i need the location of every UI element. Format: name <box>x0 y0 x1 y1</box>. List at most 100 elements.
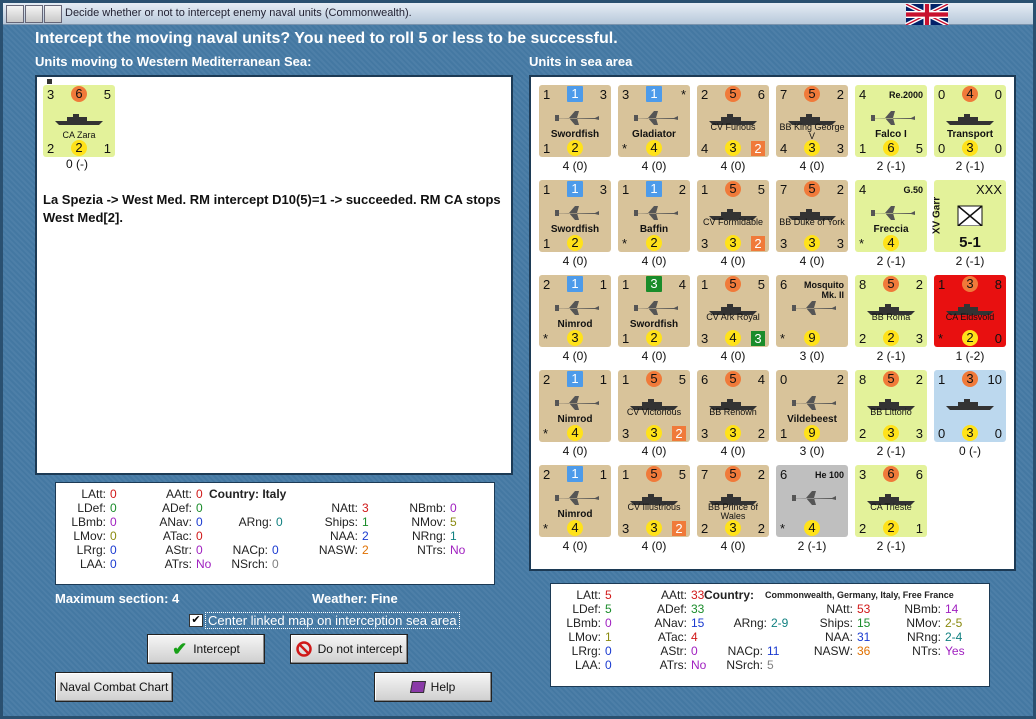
unit-order-label: 3 (0) <box>799 444 825 458</box>
stat-value: 31 <box>857 630 871 644</box>
stat-value: No <box>196 557 212 571</box>
unit-counter[interactable]: 1 5 5 CV Illustrious 3 3 2 <box>618 465 690 537</box>
counter-value: 1 <box>622 182 630 197</box>
stat-label: NMov: <box>411 515 446 529</box>
unit-counter[interactable]: 1 1 2 Baffin * 2 <box>618 180 690 252</box>
unit-order-label: 4 (0) <box>799 159 825 173</box>
counter-value: 2 <box>883 520 899 536</box>
unit-counter[interactable]: 7 5 2 BB Prince of Wales 2 3 2 <box>697 465 769 537</box>
title-bar: Decide whether or not to intercept enemy… <box>3 3 1033 25</box>
counter-value: 6 <box>701 372 709 387</box>
unit-counter[interactable]: 1 1 3 Swordfish 1 2 <box>539 180 611 252</box>
unit-counter[interactable]: 2 1 1 Nimrod * 3 <box>539 275 611 347</box>
stat-label: NASW: <box>813 644 853 658</box>
counter-value: 3 <box>962 276 978 292</box>
naval-combat-chart-button[interactable]: Naval Combat Chart <box>55 672 173 702</box>
counter-value: 5 <box>103 87 111 102</box>
counter-name: BB Roma <box>871 312 911 322</box>
unit-counter[interactable]: 6 He 100 * 4 <box>776 465 848 537</box>
sea-country-label: Country: <box>704 588 754 602</box>
unit-counter[interactable]: 1 5 5 CV Formidable 3 3 2 <box>697 180 769 252</box>
counter-value: 3 <box>962 425 978 441</box>
stat-label: ATac: <box>162 529 192 543</box>
counter-name: BB Duke of York <box>779 217 845 227</box>
counter-value: 7 <box>780 87 788 102</box>
counter-value: 2 <box>751 141 765 156</box>
counter-value: 3 <box>836 236 844 251</box>
unit-counter[interactable]: 1 1 3 Swordfish 1 2 <box>539 85 611 157</box>
counter-value: 3 <box>622 521 630 536</box>
unit-counter[interactable]: 8 5 2 BB Roma 2 2 3 <box>855 275 927 347</box>
counter-value: 2 <box>672 521 686 536</box>
stat-value: 0 <box>605 644 612 658</box>
maximize-button[interactable] <box>44 5 62 23</box>
stat-label: NSrch: <box>726 658 763 672</box>
stat-value: 5 <box>605 588 612 602</box>
stat-label: LDef: <box>572 602 601 616</box>
counter-value: * <box>622 141 628 156</box>
unit-counter[interactable]: 4 Re.2000 Falco I 1 6 5 <box>855 85 927 157</box>
unit-counter[interactable]: 3 1 * Gladiator * 4 <box>618 85 690 157</box>
system-menu-button[interactable] <box>6 5 24 23</box>
counter-value: 5 <box>678 467 686 482</box>
do-not-intercept-button[interactable]: Do not intercept <box>290 634 408 664</box>
unit-counter[interactable]: 2 5 6 CV Furious 4 3 2 <box>697 85 769 157</box>
stat-value: 0 <box>110 501 117 515</box>
unit-counter[interactable]: 1 5 5 CV Victorious 3 3 2 <box>618 370 690 442</box>
stat-label: ANav: <box>654 616 687 630</box>
counter-value: 2 <box>962 330 978 346</box>
counter-value: 0 <box>994 331 1002 346</box>
intercept-button[interactable]: ✔ Intercept <box>147 634 265 664</box>
counter-value: 3 <box>622 426 630 441</box>
counter-value: 3 <box>804 140 820 156</box>
minimize-button[interactable] <box>25 5 43 23</box>
unit-counter[interactable]: 8 5 2 BB Littorio 2 3 3 <box>855 370 927 442</box>
unit-counter[interactable]: XXX XV Garr 5-1 <box>932 180 1006 252</box>
unit-order-label: 4 (0) <box>562 349 588 363</box>
unit-counter[interactable]: 6 Mosquito Mk. II * 9 <box>776 275 848 347</box>
unit-order-label: 4 (0) <box>720 349 746 363</box>
counter-value: 4 <box>757 372 765 387</box>
unit-counter-ca-zara[interactable]: 3 6 5 CA Zara 2 2 1 <box>43 85 115 157</box>
unit-counter[interactable]: 0 2 Vildebeest 1 9 <box>776 370 848 442</box>
unit-counter[interactable]: 0 4 0 Transport 0 3 0 <box>934 85 1006 157</box>
unit-counter[interactable]: 4 G.50 Freccia * 4 <box>855 180 927 252</box>
counter-value: 6 <box>71 86 87 102</box>
counter-value: 1 <box>567 466 583 482</box>
stat-value: 0 <box>276 515 283 529</box>
stat-label: ATrs: <box>164 557 192 571</box>
counter-value: 3 <box>962 140 978 156</box>
unit-counter[interactable]: 3 6 6 CA Trieste 2 2 1 <box>855 465 927 537</box>
help-button[interactable]: Help <box>374 672 492 702</box>
stat-label: NTrs: <box>912 644 941 658</box>
stat-label: ARng: <box>733 616 767 630</box>
counter-name: Falco I <box>875 129 907 140</box>
counter-value: 2 <box>883 330 899 346</box>
unit-counter[interactable]: 1 3 8 CA Eldsvold * 2 0 <box>934 275 1006 347</box>
unit-counter[interactable]: 7 5 2 BB King George V4 3 3 <box>776 85 848 157</box>
stat-label: AAtt: <box>660 588 687 602</box>
center-map-label[interactable]: Center linked map on interception sea ar… <box>205 612 460 629</box>
center-map-checkbox[interactable]: ✔ <box>189 614 203 627</box>
counter-value: 2 <box>672 426 686 441</box>
counter-value: 1 <box>938 372 946 387</box>
counter-value: 3 <box>622 87 630 102</box>
unit-counter[interactable]: 6 5 4 BB Renown 3 3 2 <box>697 370 769 442</box>
unit-counter[interactable]: 1 5 5 CV Ark Royal 3 4 3 <box>697 275 769 347</box>
stat-value: 0 <box>196 543 203 557</box>
stat-label: NAtt: <box>331 501 358 515</box>
unit-counter[interactable]: 2 1 1 Nimrod * 4 <box>539 370 611 442</box>
unit-counter[interactable]: 1 3 10 0 3 0 <box>934 370 1006 442</box>
unit-counter[interactable]: 2 1 1 Nimrod * 4 <box>539 465 611 537</box>
stat-label: NRng: <box>411 529 446 543</box>
unit-order-label: 4 (0) <box>641 539 667 553</box>
counter-value: 5 <box>646 371 662 387</box>
unit-order-label: 1 (-2) <box>955 349 985 363</box>
unit-counter[interactable]: 1 3 4 Swordfish 1 2 <box>618 275 690 347</box>
counter-value: 4 <box>678 277 686 292</box>
counter-value: 1 <box>646 86 662 102</box>
counter-value: 5 <box>804 181 820 197</box>
counter-value: 2 <box>646 235 662 251</box>
unit-counter[interactable]: 7 5 2 BB Duke of York 3 3 3 <box>776 180 848 252</box>
counter-value: 4 <box>804 520 820 536</box>
